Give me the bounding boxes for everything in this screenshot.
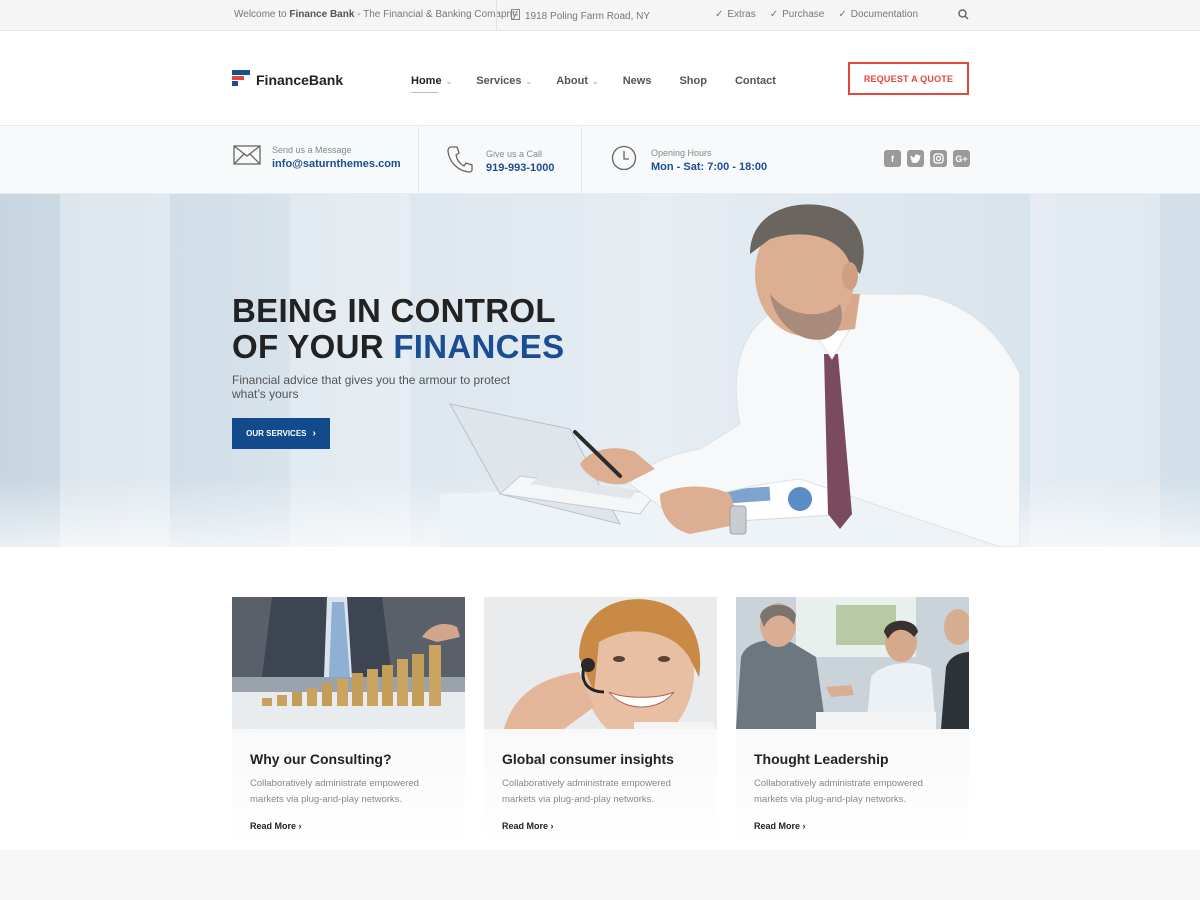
nav-label: News <box>622 75 652 87</box>
card-title: Why our Consulting? <box>250 751 392 767</box>
read-more-label: Read More <box>502 821 549 831</box>
social-links: f G+ <box>884 150 970 167</box>
chevron-right-icon: › <box>550 821 554 831</box>
card-text: Collaboratively administrate empowered m… <box>754 778 923 805</box>
logo-text: FinanceBank <box>256 71 344 88</box>
feature-card: Thought Leadership Collaboratively admin… <box>736 597 969 843</box>
email-link[interactable]: info@saturnthemes.com <box>272 158 401 170</box>
top-link-extras[interactable]: ✓ Extras <box>715 9 756 20</box>
divider <box>418 126 419 194</box>
twitter-icon[interactable] <box>907 150 924 167</box>
chevron-down-icon: ⌄ <box>445 76 453 86</box>
feature-cards: Why our Consulting? Collaboratively admi… <box>0 547 1200 850</box>
phone-number[interactable]: 919-993-1000 <box>486 162 555 174</box>
contact-info-strip: Send us a Message info@saturnthemes.com … <box>0 125 1200 194</box>
top-link-label: Extras <box>727 9 756 20</box>
nav-label: Shop <box>679 75 707 87</box>
nav-services[interactable]: Services ⌄ <box>476 71 532 91</box>
info-hours: Opening Hours Mon - Sat: 7:00 - 18:00 <box>611 145 767 176</box>
logo-icon <box>232 70 250 89</box>
nav-label: Services <box>476 75 522 87</box>
top-bar: Welcome to Finance Bank - The Financial … <box>0 0 1200 31</box>
instagram-icon[interactable] <box>930 150 947 167</box>
hero-subtitle: Financial advice that gives you the armo… <box>232 373 511 401</box>
building-icon <box>511 9 520 23</box>
site-header: FinanceBank Home ⌄ Services ⌄ About ⌄ News … <box>0 31 1200 125</box>
top-link-purchase[interactable]: ✓ Purchase <box>770 9 825 20</box>
top-link-label: Purchase <box>782 9 825 20</box>
facebook-icon[interactable]: f <box>884 150 901 167</box>
hero-title: BEING IN CONTROL OF YOUR FINANCES <box>232 293 564 365</box>
nav-label: Contact <box>734 75 776 87</box>
hours-label: Opening Hours <box>651 148 712 158</box>
read-more-label: Read More <box>754 821 801 831</box>
nav-news[interactable]: News <box>623 71 652 91</box>
info-call: Give us a Call 919-993-1000 <box>447 145 555 178</box>
nav-contact[interactable]: Contact <box>735 71 776 91</box>
nav-home[interactable]: Home ⌄ <box>411 71 453 93</box>
hero-banner: BEING IN CONTROL OF YOUR FINANCES Financ… <box>0 194 1200 547</box>
business-meeting-image <box>736 597 969 729</box>
nav-about[interactable]: About ⌄ <box>556 71 598 91</box>
nav-label: Home <box>411 75 442 87</box>
card-title: Global consumer insights <box>502 751 674 767</box>
card-text: Collaboratively administrate empowered m… <box>250 778 419 805</box>
read-more-label: Read More <box>250 821 297 831</box>
check-icon: ✓ <box>715 9 724 20</box>
top-link-label: Documentation <box>850 9 919 20</box>
divider <box>496 0 497 31</box>
read-more-link[interactable]: Read More › <box>250 821 302 831</box>
nav-shop[interactable]: Shop <box>679 71 707 91</box>
hero-title-line2-prefix: OF YOUR <box>232 328 394 365</box>
card-text: Collaboratively administrate empowered m… <box>502 778 671 805</box>
info-message: Send us a Message info@saturnthemes.com <box>233 145 401 170</box>
welcome-suffix: - The Financial & Banking Comapny <box>354 9 518 20</box>
phone-icon <box>447 145 473 178</box>
chevron-right-icon: › <box>312 428 316 439</box>
chevron-down-icon: ⌄ <box>525 76 533 86</box>
top-link-documentation[interactable]: ✓ Documentation <box>838 9 918 20</box>
feature-card: Why our Consulting? Collaboratively admi… <box>232 597 465 843</box>
welcome-text: Welcome to Finance Bank - The Financial … <box>234 9 517 20</box>
call-label: Give us a Call <box>486 149 543 159</box>
nav-label: About <box>556 75 588 87</box>
card-title: Thought Leadership <box>754 751 889 767</box>
feature-card: Global consumer insights Collaboratively… <box>484 597 717 843</box>
hero-title-highlight: FINANCES <box>393 328 565 365</box>
google-plus-icon[interactable]: G+ <box>953 150 970 167</box>
our-services-label: OUR SERVICES <box>246 429 307 438</box>
search-icon[interactable] <box>958 9 969 23</box>
hero-title-line1: BEING IN CONTROL <box>232 292 556 329</box>
chevron-right-icon: › <box>802 821 806 831</box>
read-more-link[interactable]: Read More › <box>754 821 806 831</box>
address: 1918 Poling Farm Road, NY <box>511 9 650 23</box>
message-label: Send us a Message <box>272 145 352 155</box>
address-text: 1918 Poling Farm Road, NY <box>525 10 651 22</box>
welcome-brand: Finance Bank <box>289 9 355 20</box>
top-links: ✓ Extras ✓ Purchase ✓ Documentation <box>715 9 918 20</box>
envelope-icon <box>233 145 261 170</box>
welcome-prefix: Welcome to <box>234 9 290 20</box>
chevron-right-icon: › <box>298 821 302 831</box>
check-icon: ✓ <box>838 9 847 20</box>
coin-stacks-image <box>232 597 465 729</box>
clock-icon <box>611 145 637 176</box>
divider <box>581 126 582 194</box>
businessman-image <box>440 204 1020 547</box>
page-bottom <box>0 850 1200 900</box>
main-nav: Home ⌄ Services ⌄ About ⌄ News Shop Contact <box>411 71 800 93</box>
logo[interactable]: FinanceBank <box>232 70 343 89</box>
chevron-down-icon: ⌄ <box>592 76 599 86</box>
hours-value: Mon - Sat: 7:00 - 18:00 <box>651 161 768 173</box>
request-quote-button[interactable]: REQUEST A QUOTE <box>848 62 969 95</box>
support-agent-image <box>484 597 717 729</box>
check-icon: ✓ <box>769 9 779 20</box>
read-more-link[interactable]: Read More › <box>502 821 554 831</box>
our-services-button[interactable]: OUR SERVICES › <box>232 418 330 449</box>
